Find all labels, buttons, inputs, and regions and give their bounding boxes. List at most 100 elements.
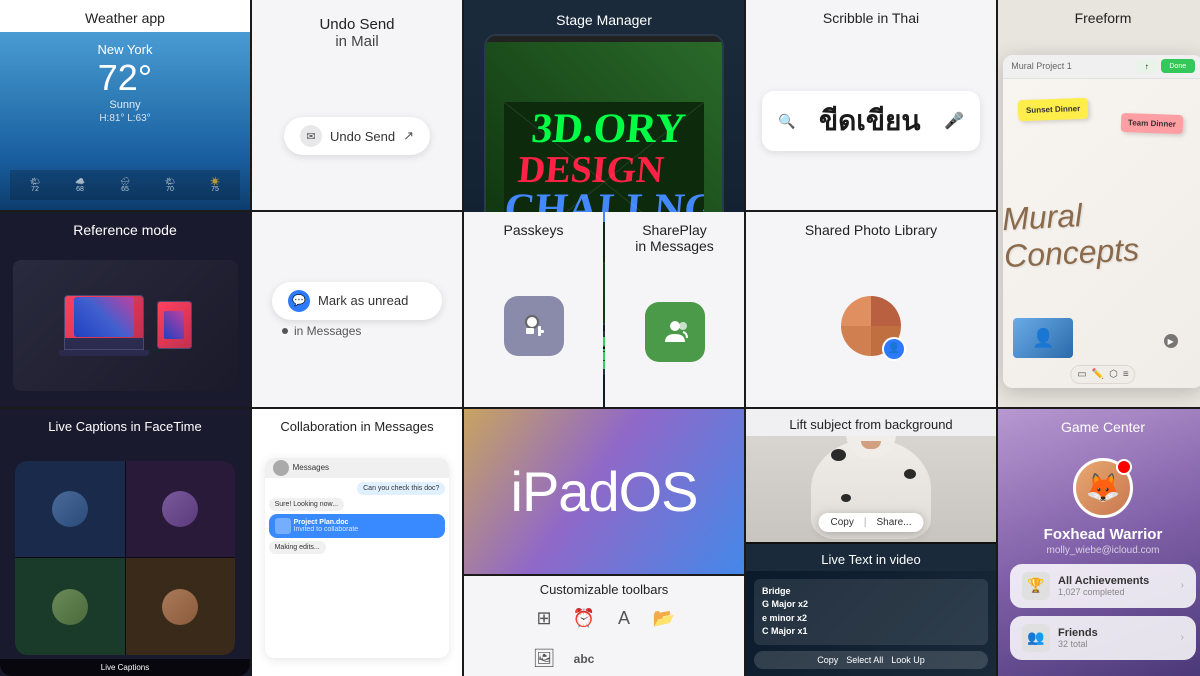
collab-msg-3: Making edits...: [269, 541, 326, 554]
toolbar-clock-icon[interactable]: ⏰: [568, 603, 600, 635]
scribble-inner: 🔍 ขีดเขียน 🎤: [746, 83, 996, 159]
reference-title: Reference mode: [0, 212, 250, 244]
passkey-svg-icon: [518, 310, 550, 342]
gc-achievements-text: All Achievements 1,027 completed: [1058, 575, 1173, 597]
gc-player-name: Foxhead Warrior: [1044, 526, 1163, 543]
gamecenter-cell: Game Center 🦊 Foxhead Warrior molly_wieb…: [998, 409, 1200, 676]
livetext-selectall[interactable]: Select All: [846, 655, 883, 665]
collab-invite-card: Project Plan.doc Invited to collaborate: [269, 514, 446, 538]
gc-friends-chevron: ›: [1181, 632, 1184, 643]
freeform-tool-1[interactable]: ▭: [1077, 369, 1086, 380]
livetext-lookup[interactable]: Look Up: [891, 655, 925, 665]
weather-description: Sunny: [109, 99, 140, 111]
gc-achievements-chevron: ›: [1181, 580, 1184, 591]
dog-spot-1: [831, 449, 846, 461]
lift-divider: |: [864, 517, 867, 528]
freeform-bottom-toolbar: ▭ ✏️ ⬡ ≡: [1070, 365, 1135, 384]
search-icon: 🔍: [778, 113, 795, 130]
svg-text:3D.ORY: 3D.ORY: [530, 107, 688, 153]
mark-sub-text: in Messages: [294, 324, 361, 338]
lift-content: Copy | Share...: [746, 436, 996, 542]
gc-achievements-title: All Achievements: [1058, 575, 1173, 587]
toolbar-text-icon[interactable]: A: [608, 603, 640, 635]
lift-share-btn[interactable]: Share...: [876, 517, 911, 528]
toolbar-folder-icon[interactable]: 📂: [648, 603, 680, 635]
freeform-content: Mural Project 1 ↑ Done Sunset Dinner Tea…: [998, 36, 1200, 407]
captions-cell: Live Captions in FaceTime: [0, 409, 250, 676]
weather-minmax: H:81° L:63°: [99, 113, 150, 124]
laptop-shape: [64, 295, 144, 350]
lift-bg-img: Copy | Share...: [746, 436, 996, 542]
thai-text: ขีดเขียน: [805, 99, 934, 143]
forecast-1: 🌤72: [14, 177, 56, 193]
gc-friends-icon: 👥: [1022, 624, 1050, 652]
toolbar-grid-icon[interactable]: ⊞: [528, 603, 560, 635]
mic-icon: 🎤: [944, 111, 964, 131]
lift-action-bar: Copy | Share...: [819, 513, 924, 532]
freeform-photo: 👤: [1013, 318, 1073, 358]
weather-city: New York: [98, 42, 153, 57]
external-link-icon: ↗: [403, 128, 414, 144]
shareplay-icon: [645, 302, 705, 362]
reference-content: [0, 244, 250, 407]
gc-achievements-row[interactable]: 🏆 All Achievements 1,027 completed ›: [1010, 564, 1196, 608]
freeform-canvas: Mural Project 1 ↑ Done Sunset Dinner Tea…: [1003, 55, 1200, 389]
undo-pill[interactable]: ✉ Undo Send ↗: [284, 117, 430, 155]
collab-messages: Can you check this doc? Sure! Looking no…: [265, 478, 450, 558]
mark-pill[interactable]: 💬 Mark as unread: [272, 282, 442, 320]
photo-1: [841, 296, 871, 326]
undo-cell: Undo Send in Mail ✉ Undo Send ↗: [252, 0, 462, 210]
facetime-grid: [15, 461, 235, 655]
livetext-copy[interactable]: Copy: [817, 655, 838, 665]
captions-content: Live Captions: [0, 440, 250, 676]
shared-title: Shared Photo Library: [746, 212, 996, 244]
avatar-3: [52, 589, 88, 625]
captions-title: Live Captions in FaceTime: [0, 409, 250, 440]
mark-text: Mark as unread: [318, 293, 408, 308]
ipados-wrap: iPadOS Customizable toolbars ⊞ ⏰ A 📂 🖼 a…: [464, 409, 744, 676]
mark-content-area: 💬 Mark as unread in Messages: [252, 212, 462, 407]
freeform-board: Sunset Dinner Team Dinner Mural Concepts…: [1003, 79, 1200, 389]
collab-doc-invite: Invited to collaborate: [294, 526, 359, 533]
stage-title: Stage Manager: [464, 0, 744, 34]
livetext-cell: Live Text in video BridgeG Major x2e min…: [746, 544, 996, 676]
freeform-play-button[interactable]: ▶: [1164, 334, 1178, 348]
gc-friends-row[interactable]: 👥 Friends 32 total ›: [1010, 616, 1196, 660]
passkeys-content: [464, 244, 603, 407]
mark-cell: 💬 Mark as unread in Messages: [252, 212, 462, 407]
lift-copy-btn[interactable]: Copy: [831, 517, 854, 528]
undo-pill-wrapper: ✉ Undo Send ↗: [252, 102, 462, 170]
devices-display: [13, 260, 238, 390]
weather-title: Weather app: [0, 0, 250, 32]
undo-cell-title: Undo Send: [252, 16, 462, 33]
shareplay-svg-icon: [659, 316, 691, 348]
freeform-photo-icon: 👤: [1013, 318, 1073, 358]
gc-friends-title: Friends: [1058, 627, 1173, 639]
collab-avatar: [273, 460, 289, 476]
freeform-tool-3[interactable]: ⬡: [1109, 369, 1118, 380]
forecast-2: ☁️68: [59, 177, 101, 193]
gc-title: Game Center: [998, 409, 1200, 441]
livetext-action-bar: Copy Select All Look Up: [754, 651, 988, 669]
gc-inner: 🦊 Foxhead Warrior molly_wiebe@icloud.com…: [998, 454, 1200, 664]
gc-notification-badge: [1116, 459, 1132, 475]
messages-icon: 💬: [288, 290, 310, 312]
freeform-share-button[interactable]: ↑: [1137, 59, 1157, 73]
facetime-frame: Live Captions: [15, 461, 235, 655]
collab-cell: Collaboration in Messages Messages Can y…: [252, 409, 462, 676]
passkeys-icon: [504, 296, 564, 356]
freeform-tool-4[interactable]: ≡: [1123, 369, 1129, 380]
freeform-tool-2[interactable]: ✏️: [1092, 369, 1104, 380]
livetext-video: BridgeG Major x2e minor x2C Major x1 Cop…: [746, 571, 996, 676]
freeform-done-button[interactable]: Done: [1161, 59, 1195, 73]
scribble-content: 🔍 ขีดเขียน 🎤: [746, 32, 996, 210]
avatar-2: [162, 491, 198, 527]
toolbar-photo-icon[interactable]: 🖼: [528, 643, 560, 675]
freeform-cell: Freeform Mural Project 1 ↑ Done Sunset D…: [998, 0, 1200, 407]
toolbars-title: Customizable toolbars: [464, 576, 744, 601]
freeform-sticky-2: Team Dinner: [1121, 112, 1184, 133]
weather-content: New York 72° Sunny H:81° L:63° 🌤72 ☁️68 …: [0, 32, 250, 210]
freeform-cursive-text: Mural Concepts: [1003, 191, 1200, 275]
ipados-text: iPadOS: [511, 459, 698, 524]
shareplay-title: SharePlay in Messages: [605, 212, 744, 256]
